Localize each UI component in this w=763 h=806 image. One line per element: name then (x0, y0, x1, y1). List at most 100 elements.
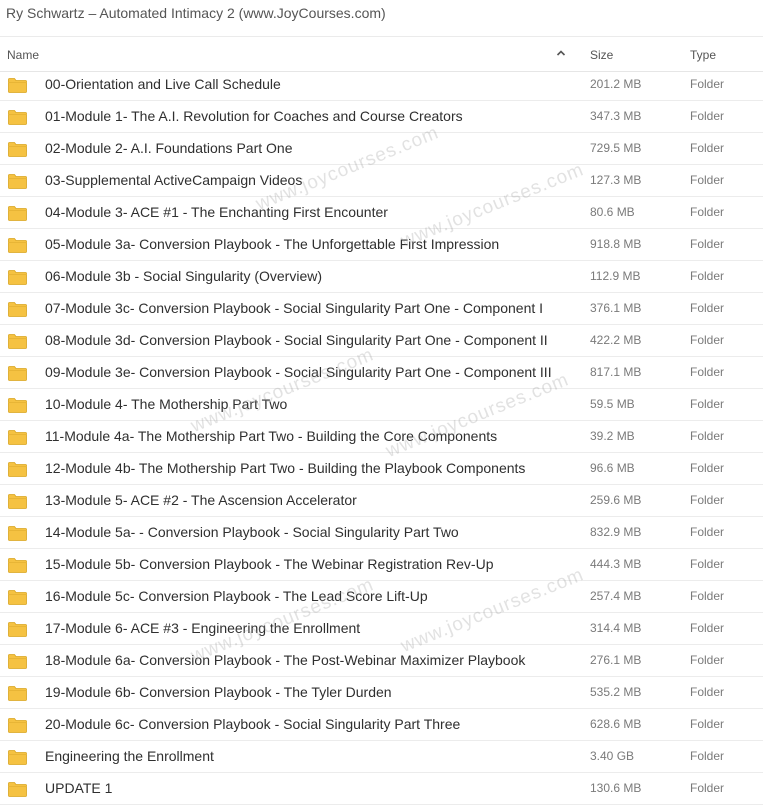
table-row[interactable]: 00-Orientation and Live Call Schedule 201… (0, 69, 763, 101)
folder-size: 276.1 MB (590, 653, 642, 667)
folder-type: Folder (690, 557, 725, 571)
folder-icon (8, 718, 27, 733)
folder-size: 257.4 MB (590, 589, 642, 603)
folder-size: 130.6 MB (590, 781, 642, 795)
folder-icon (8, 494, 27, 509)
folder-type: Folder (690, 621, 725, 635)
folder-size: 918.8 MB (590, 237, 642, 251)
folder-name[interactable]: 05-Module 3a- Conversion Playbook - The … (45, 235, 499, 253)
folder-icon (8, 366, 27, 381)
folder-size: 314.4 MB (590, 621, 642, 635)
folder-icon (8, 430, 27, 445)
folder-size: 444.3 MB (590, 557, 642, 571)
column-header: Name Size Type (0, 37, 763, 72)
column-type-header[interactable]: Type (690, 48, 716, 62)
folder-name[interactable]: 13-Module 5- ACE #2 - The Ascension Acce… (45, 491, 357, 509)
folder-name[interactable]: 00-Orientation and Live Call Schedule (45, 75, 281, 93)
folder-type: Folder (690, 205, 725, 219)
folder-size: 347.3 MB (590, 109, 642, 123)
table-row[interactable]: 16-Module 5c- Conversion Playbook - The … (0, 581, 763, 613)
folder-name[interactable]: 12-Module 4b- The Mothership Part Two - … (45, 459, 525, 477)
table-row[interactable]: 18-Module 6a- Conversion Playbook - The … (0, 645, 763, 677)
folder-size: 127.3 MB (590, 173, 642, 187)
folder-icon (8, 590, 27, 605)
folder-name[interactable]: 06-Module 3b - Social Singularity (Overv… (45, 267, 322, 285)
folder-icon (8, 206, 27, 221)
folder-name[interactable]: 14-Module 5a- - Conversion Playbook - So… (45, 523, 459, 541)
folder-name[interactable]: 10-Module 4- The Mothership Part Two (45, 395, 287, 413)
folder-name[interactable]: 04-Module 3- ACE #1 - The Enchanting Fir… (45, 203, 388, 221)
folder-name[interactable]: 02-Module 2- A.I. Foundations Part One (45, 139, 292, 157)
table-row[interactable]: 04-Module 3- ACE #1 - The Enchanting Fir… (0, 197, 763, 229)
table-row[interactable]: UPDATE 1 130.6 MB Folder (0, 773, 763, 805)
folder-name[interactable]: 15-Module 5b- Conversion Playbook - The … (45, 555, 493, 573)
folder-name[interactable]: UPDATE 1 (45, 779, 112, 797)
folder-type: Folder (690, 781, 725, 795)
table-row[interactable]: 10-Module 4- The Mothership Part Two 59.5… (0, 389, 763, 421)
table-row[interactable]: 02-Module 2- A.I. Foundations Part One 72… (0, 133, 763, 165)
folder-icon (8, 526, 27, 541)
folder-name[interactable]: 20-Module 6c- Conversion Playbook - Soci… (45, 715, 460, 733)
table-row[interactable]: 03-Supplemental ActiveCampaign Videos 127… (0, 165, 763, 197)
folder-type: Folder (690, 461, 725, 475)
folder-icon (8, 558, 27, 573)
table-row[interactable]: 01-Module 1- The A.I. Revolution for Coa… (0, 101, 763, 133)
table-row[interactable]: 08-Module 3d- Conversion Playbook - Soci… (0, 325, 763, 357)
folder-type: Folder (690, 749, 725, 763)
folder-name[interactable]: 18-Module 6a- Conversion Playbook - The … (45, 651, 525, 669)
folder-name[interactable]: Engineering the Enrollment (45, 747, 214, 765)
folder-name[interactable]: 03-Supplemental ActiveCampaign Videos (45, 171, 302, 189)
folder-type: Folder (690, 653, 725, 667)
chevron-up-icon[interactable] (555, 47, 567, 59)
table-row[interactable]: 17-Module 6- ACE #3 - Engineering the En… (0, 613, 763, 645)
folder-type: Folder (690, 141, 725, 155)
folder-icon (8, 174, 27, 189)
column-name-header[interactable]: Name (7, 48, 39, 62)
folder-type: Folder (690, 365, 725, 379)
folder-type: Folder (690, 493, 725, 507)
folder-type: Folder (690, 237, 725, 251)
folder-type: Folder (690, 77, 725, 91)
table-row[interactable]: 13-Module 5- ACE #2 - The Ascension Acce… (0, 485, 763, 517)
folder-size: 80.6 MB (590, 205, 635, 219)
table-row[interactable]: 06-Module 3b - Social Singularity (Overv… (0, 261, 763, 293)
folder-size: 628.6 MB (590, 717, 642, 731)
folder-type: Folder (690, 685, 725, 699)
folder-name[interactable]: 19-Module 6b- Conversion Playbook - The … (45, 683, 392, 701)
folder-icon (8, 782, 27, 797)
folder-name[interactable]: 08-Module 3d- Conversion Playbook - Soci… (45, 331, 548, 349)
table-row[interactable]: 19-Module 6b- Conversion Playbook - The … (0, 677, 763, 709)
table-row[interactable]: 11-Module 4a- The Mothership Part Two - … (0, 421, 763, 453)
folder-name[interactable]: 16-Module 5c- Conversion Playbook - The … (45, 587, 428, 605)
column-size-header[interactable]: Size (590, 48, 613, 62)
table-row[interactable]: 09-Module 3e- Conversion Playbook - Soci… (0, 357, 763, 389)
folder-icon (8, 110, 27, 125)
folder-icon (8, 78, 27, 93)
folder-type: Folder (690, 429, 725, 443)
folder-size: 59.5 MB (590, 397, 635, 411)
table-row[interactable]: Engineering the Enrollment 3.40 GB Folder (0, 741, 763, 773)
folder-icon (8, 238, 27, 253)
folder-icon (8, 334, 27, 349)
window-title: Ry Schwartz – Automated Intimacy 2 (www.… (6, 5, 386, 21)
table-row[interactable]: 12-Module 4b- The Mothership Part Two - … (0, 453, 763, 485)
folder-icon (8, 398, 27, 413)
folder-size: 112.9 MB (590, 269, 641, 283)
folder-name[interactable]: 09-Module 3e- Conversion Playbook - Soci… (45, 363, 552, 381)
folder-size: 729.5 MB (590, 141, 642, 155)
table-row[interactable]: 14-Module 5a- - Conversion Playbook - So… (0, 517, 763, 549)
table-row[interactable]: 07-Module 3c- Conversion Playbook - Soci… (0, 293, 763, 325)
folder-name[interactable]: 17-Module 6- ACE #3 - Engineering the En… (45, 619, 360, 637)
table-row[interactable]: 15-Module 5b- Conversion Playbook - The … (0, 549, 763, 581)
table-row[interactable]: 05-Module 3a- Conversion Playbook - The … (0, 229, 763, 261)
folder-size: 259.6 MB (590, 493, 642, 507)
folder-name[interactable]: 07-Module 3c- Conversion Playbook - Soci… (45, 299, 543, 317)
folder-size: 832.9 MB (590, 525, 642, 539)
folder-type: Folder (690, 173, 725, 187)
folder-icon (8, 270, 27, 285)
folder-name[interactable]: 11-Module 4a- The Mothership Part Two - … (45, 427, 497, 445)
folder-name[interactable]: 01-Module 1- The A.I. Revolution for Coa… (45, 107, 463, 125)
table-row[interactable]: 20-Module 6c- Conversion Playbook - Soci… (0, 709, 763, 741)
folder-icon (8, 622, 27, 637)
folder-size: 3.40 GB (590, 749, 635, 763)
